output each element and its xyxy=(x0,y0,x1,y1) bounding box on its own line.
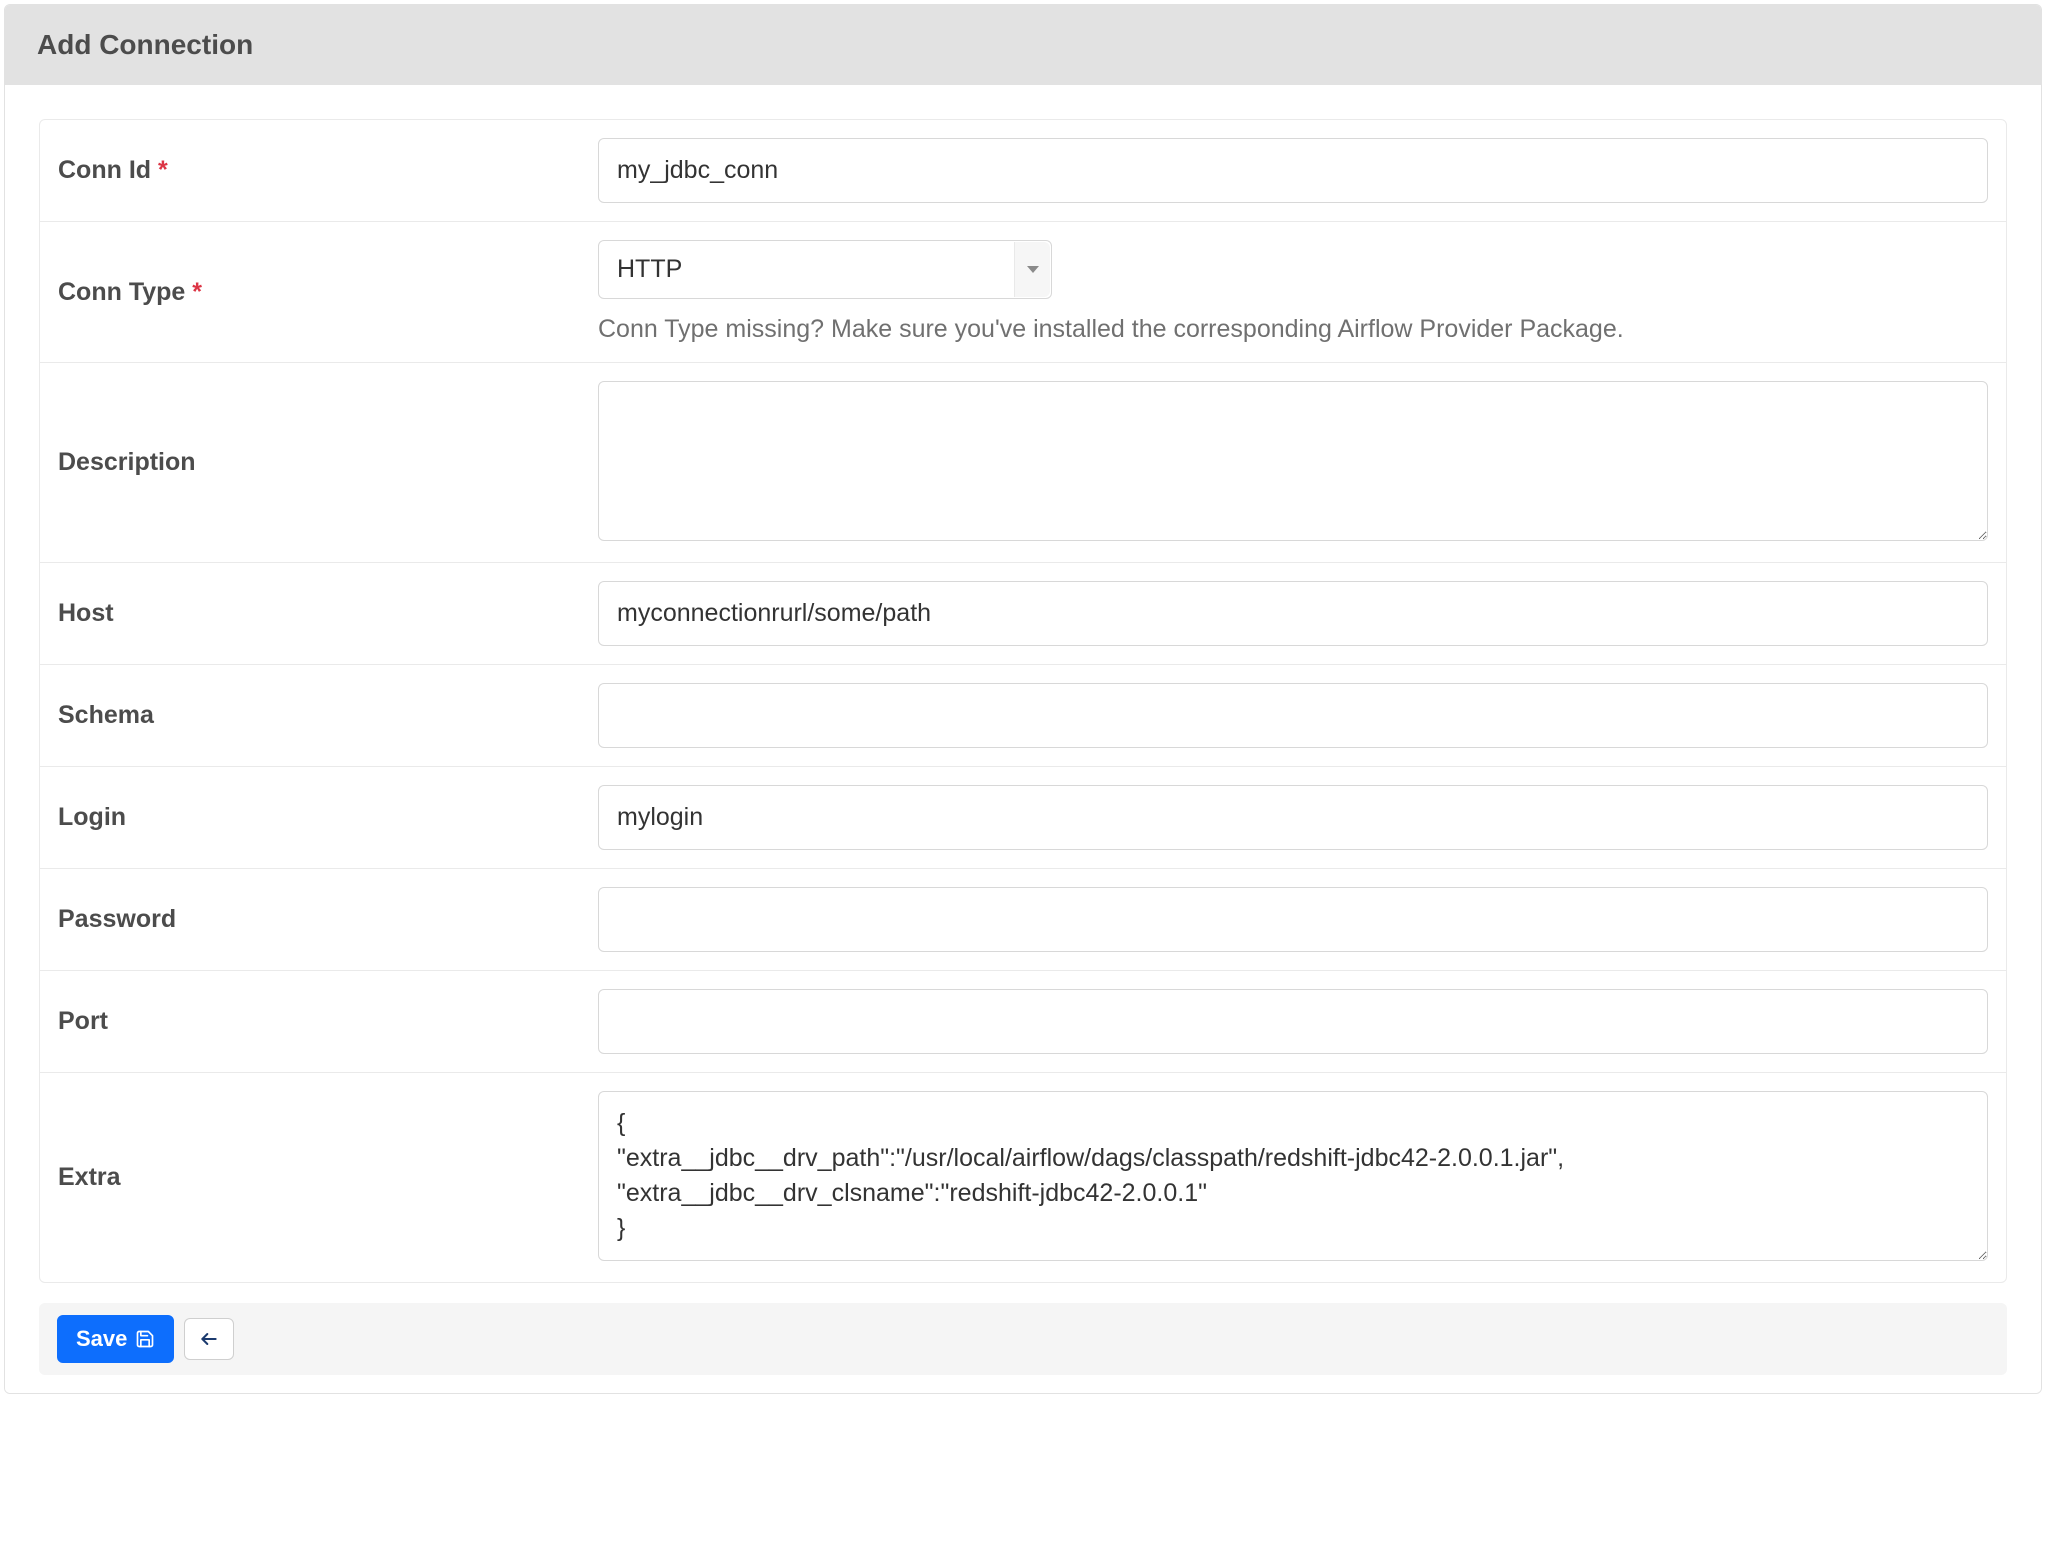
row-host: Host xyxy=(40,563,2006,665)
save-button[interactable]: Save xyxy=(57,1315,174,1363)
extra-input[interactable]: { "extra__jdbc__drv_path":"/usr/local/ai… xyxy=(598,1091,1988,1261)
description-input[interactable] xyxy=(598,381,1988,541)
cell-description xyxy=(598,381,1988,544)
add-connection-panel: Add Connection Conn Id * Conn Type * xyxy=(4,4,2042,1394)
row-description: Description xyxy=(40,363,2006,563)
row-password: Password xyxy=(40,869,2006,971)
save-button-label: Save xyxy=(76,1326,127,1352)
label-conn-id-text: Conn Id xyxy=(58,156,151,184)
actions-bar: Save xyxy=(39,1303,2007,1375)
label-schema: Schema xyxy=(58,701,598,730)
cell-password xyxy=(598,887,1988,952)
label-port-text: Port xyxy=(58,1007,108,1035)
cell-login xyxy=(598,785,1988,850)
cell-conn-type: HTTP Conn Type missing? Make sure you've… xyxy=(598,240,1988,344)
arrow-left-icon xyxy=(199,1329,219,1349)
label-host: Host xyxy=(58,599,598,628)
label-password: Password xyxy=(58,905,598,934)
label-login: Login xyxy=(58,803,598,832)
panel-body: Conn Id * Conn Type * HTTP xyxy=(5,85,2041,1393)
login-input[interactable] xyxy=(598,785,1988,850)
save-icon xyxy=(135,1329,155,1349)
label-host-text: Host xyxy=(58,599,114,627)
cell-host xyxy=(598,581,1988,646)
conn-type-select[interactable]: HTTP xyxy=(598,240,1052,299)
conn-id-input[interactable] xyxy=(598,138,1988,203)
port-input[interactable] xyxy=(598,989,1988,1054)
required-marker: * xyxy=(158,156,168,184)
cell-conn-id xyxy=(598,138,1988,203)
row-login: Login xyxy=(40,767,2006,869)
label-port: Port xyxy=(58,1007,598,1036)
cell-port xyxy=(598,989,1988,1054)
conn-type-help-text: Conn Type missing? Make sure you've inst… xyxy=(598,315,1988,344)
row-extra: Extra { "extra__jdbc__drv_path":"/usr/lo… xyxy=(40,1073,2006,1282)
chevron-down-icon xyxy=(1014,242,1050,297)
label-login-text: Login xyxy=(58,803,126,831)
row-port: Port xyxy=(40,971,2006,1073)
page-title: Add Connection xyxy=(5,5,2041,85)
row-conn-id: Conn Id * xyxy=(40,120,2006,222)
label-description-text: Description xyxy=(58,448,196,476)
connection-form: Conn Id * Conn Type * HTTP xyxy=(39,119,2007,1283)
schema-input[interactable] xyxy=(598,683,1988,748)
cell-extra: { "extra__jdbc__drv_path":"/usr/local/ai… xyxy=(598,1091,1988,1264)
back-button[interactable] xyxy=(184,1318,234,1360)
row-conn-type: Conn Type * HTTP Conn Type missing? Make… xyxy=(40,222,2006,363)
required-marker: * xyxy=(192,278,202,306)
label-description: Description xyxy=(58,448,598,477)
cell-schema xyxy=(598,683,1988,748)
host-input[interactable] xyxy=(598,581,1988,646)
conn-type-select-wrap: HTTP xyxy=(598,240,1052,299)
label-password-text: Password xyxy=(58,905,176,933)
password-input[interactable] xyxy=(598,887,1988,952)
row-schema: Schema xyxy=(40,665,2006,767)
label-schema-text: Schema xyxy=(58,701,154,729)
label-conn-type: Conn Type * xyxy=(58,278,598,307)
label-conn-id: Conn Id * xyxy=(58,156,598,185)
conn-type-selected-value: HTTP xyxy=(617,255,682,284)
label-extra-text: Extra xyxy=(58,1163,121,1191)
label-extra: Extra xyxy=(58,1163,598,1192)
label-conn-type-text: Conn Type xyxy=(58,278,185,306)
